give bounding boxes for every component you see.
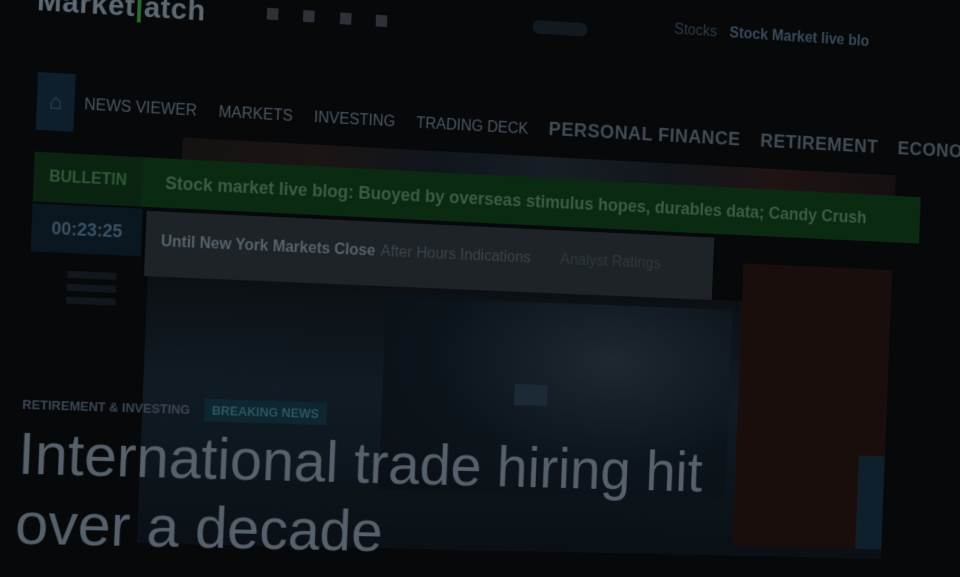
nav-item-personal-finance[interactable]: Personal Finance — [548, 119, 741, 151]
dimmed-webpage-photo: Market|atch Stocks Stock Market live blo … — [0, 0, 960, 564]
bulletin-label: BULLETIN — [32, 151, 143, 207]
social-links — [266, 7, 408, 33]
home-icon: ⌂ — [48, 88, 63, 115]
article-section[interactable]: Retirement & Investing — [22, 397, 190, 417]
account-button[interactable] — [532, 19, 588, 37]
linkedin-icon[interactable] — [339, 12, 352, 25]
nav-item-economy[interactable]: Econo — [897, 138, 960, 163]
facebook-icon[interactable] — [266, 7, 279, 21]
nav-item-retirement[interactable]: Retirement — [760, 131, 879, 159]
index-row — [67, 270, 117, 280]
site-header: Market|atch Stocks Stock Market live blo — [36, 0, 889, 76]
ticker-text: Stock Market live blo — [729, 24, 870, 50]
rss-icon[interactable] — [375, 14, 388, 28]
market-countdown: 00:23:25 — [30, 203, 143, 257]
hero-sign — [513, 383, 548, 407]
logo-text-part2: atch — [143, 0, 207, 28]
article-headline[interactable]: International trade hiring hit over a de… — [14, 419, 908, 576]
tab-until-close[interactable]: Until New York Markets Close — [161, 233, 376, 260]
nav-item-trading-deck[interactable]: Trading Deck — [416, 115, 528, 138]
index-row — [66, 296, 116, 306]
twitter-icon[interactable] — [303, 10, 316, 23]
index-row — [66, 283, 117, 293]
ticker-label: Stocks — [673, 21, 718, 41]
home-button[interactable]: ⌂ — [35, 72, 76, 132]
nav-item-investing[interactable]: Investing — [314, 109, 396, 131]
breaking-news-badge: Breaking News — [203, 398, 327, 426]
nav-item-news-viewer[interactable]: News Viewer — [84, 97, 197, 121]
tab-after-hours[interactable]: After Hours Indications — [380, 243, 531, 267]
index-mini-list — [24, 263, 124, 312]
header-ticker[interactable]: Stocks Stock Market live blo — [674, 21, 869, 50]
nav-item-markets[interactable]: Markets — [218, 104, 293, 126]
tab-analyst-ratings[interactable]: Analyst Ratings — [560, 251, 661, 273]
site-logo[interactable]: Market|atch — [36, 0, 206, 28]
logo-text-part1: Market — [36, 0, 136, 24]
